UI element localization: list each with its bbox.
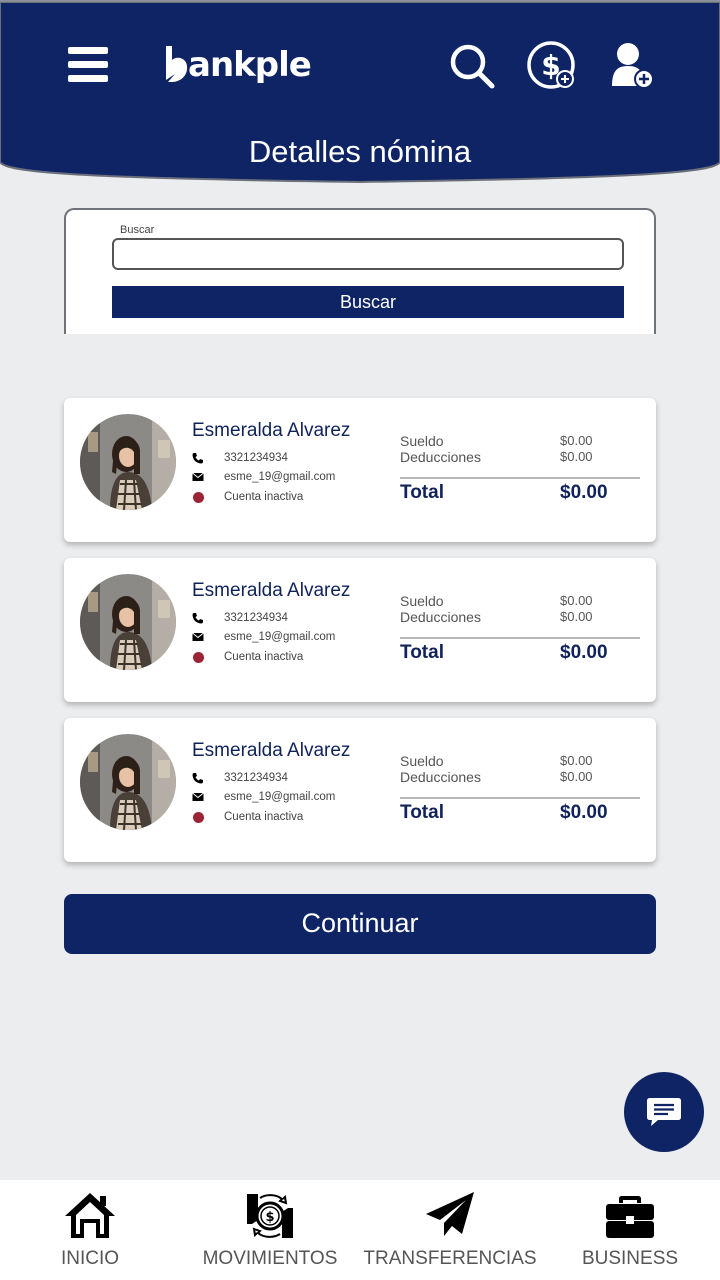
logo-mark-icon: [166, 46, 188, 82]
phone-row: 3321234934: [192, 772, 288, 784]
nav-item-inicio[interactable]: INICIO: [0, 1180, 180, 1280]
employee-name: Esmeralda Alvarez: [192, 580, 351, 601]
account-status: Cuenta inactiva: [224, 491, 304, 503]
deductions-value: $0.00: [560, 609, 593, 624]
add-money-icon[interactable]: $: [526, 40, 578, 92]
email-address: esme_19@gmail.com: [224, 471, 336, 483]
total-value: $0.00: [560, 802, 608, 823]
mail-icon: [192, 471, 204, 483]
employee-name: Esmeralda Alvarez: [192, 420, 351, 441]
status-row: Cuenta inactiva: [192, 651, 303, 663]
svg-text:$: $: [265, 1210, 274, 1225]
total-value: $0.00: [560, 642, 608, 663]
salary-label: Sueldo: [400, 433, 444, 449]
briefcase-icon: [606, 1196, 654, 1238]
salary-value: $0.00: [560, 753, 593, 768]
bankple-logo: ankple: [164, 42, 312, 88]
search-input[interactable]: [112, 238, 624, 270]
nav-label-inicio: INICIO: [60, 1248, 120, 1269]
nav-label-business: BUSINESS: [581, 1248, 679, 1269]
nav-item-transferencias[interactable]: TRANSFERENCIAS: [360, 1180, 540, 1280]
chat-button[interactable]: [624, 1072, 704, 1152]
avatar: [80, 414, 176, 510]
page-title: Detalles nómina: [248, 134, 472, 169]
phone-row: 3321234934: [192, 612, 288, 624]
employee-name: Esmeralda Alvarez: [192, 740, 351, 761]
nav-label-transferencias: TRANSFERENCIAS: [363, 1248, 537, 1269]
total-label: Total: [400, 482, 444, 503]
status-dot-icon: [192, 491, 204, 503]
total-label: Total: [400, 802, 444, 823]
email-row: esme_19@gmail.com: [192, 471, 335, 483]
status-row: Cuenta inactiva: [192, 811, 303, 823]
mail-icon: [192, 631, 204, 643]
total-value: $0.00: [560, 482, 608, 503]
paper-plane-icon: [426, 1192, 474, 1236]
phone-icon: [192, 612, 204, 624]
deductions-label: Deducciones: [400, 449, 481, 465]
status-dot-icon: [192, 651, 204, 663]
divider: [400, 637, 640, 639]
search-label: Buscar: [120, 224, 155, 236]
deductions-value: $0.00: [560, 769, 593, 784]
money-exchange-icon: $: [247, 1194, 293, 1238]
app-header: ankple $ Detalles nómina: [0, 2, 720, 192]
email-row: esme_19@gmail.com: [192, 631, 335, 643]
phone-row: 3321234934: [192, 452, 288, 464]
employee-card[interactable]: Esmeralda Alvarez 3321234934 esme_19@gmail…: [64, 718, 656, 862]
nav-item-business[interactable]: BUSINESS: [540, 1180, 720, 1280]
phone-number: 3321234934: [224, 772, 288, 784]
salary-value: $0.00: [560, 433, 593, 448]
account-status: Cuenta inactiva: [224, 651, 304, 663]
total-label: Total: [400, 642, 444, 663]
avatar: [80, 734, 176, 830]
email-address: esme_19@gmail.com: [224, 631, 336, 643]
employee-card[interactable]: Esmeralda Alvarez 3321234934 esme_19@gmail…: [64, 558, 656, 702]
bottom-nav: INICIO $ MOVIMIENTOS TRANSFERENCIAS BUSI…: [0, 1180, 720, 1280]
chat-icon: [647, 1098, 681, 1126]
search-card: Buscar Buscar: [64, 208, 656, 334]
email-address: esme_19@gmail.com: [224, 791, 336, 803]
account-status: Cuenta inactiva: [224, 811, 304, 823]
phone-number: 3321234934: [224, 452, 288, 464]
status-dot-icon: [192, 811, 204, 823]
email-row: esme_19@gmail.com: [192, 791, 335, 803]
deductions-label: Deducciones: [400, 609, 481, 625]
phone-icon: [192, 452, 204, 464]
continue-button[interactable]: Continuar: [64, 894, 656, 954]
phone-number: 3321234934: [224, 612, 288, 624]
status-row: Cuenta inactiva: [192, 491, 303, 503]
avatar: [80, 574, 176, 670]
nav-item-movimientos[interactable]: $ MOVIMIENTOS: [180, 1180, 360, 1280]
divider: [400, 797, 640, 799]
add-user-icon[interactable]: [606, 40, 658, 92]
employee-card[interactable]: Esmeralda Alvarez 3321234934 esme_19@gmail…: [64, 398, 656, 542]
home-icon: [65, 1193, 115, 1238]
salary-label: Sueldo: [400, 753, 444, 769]
divider: [400, 477, 640, 479]
deductions-label: Deducciones: [400, 769, 481, 785]
logo-text: ankple: [188, 45, 312, 85]
salary-label: Sueldo: [400, 593, 444, 609]
menu-button[interactable]: [68, 47, 108, 83]
search-button[interactable]: Buscar: [112, 286, 624, 318]
search-icon[interactable]: [446, 40, 498, 92]
phone-icon: [192, 772, 204, 784]
nav-label-movimientos: MOVIMIENTOS: [202, 1248, 338, 1269]
mail-icon: [192, 791, 204, 803]
deductions-value: $0.00: [560, 449, 593, 464]
salary-value: $0.00: [560, 593, 593, 608]
